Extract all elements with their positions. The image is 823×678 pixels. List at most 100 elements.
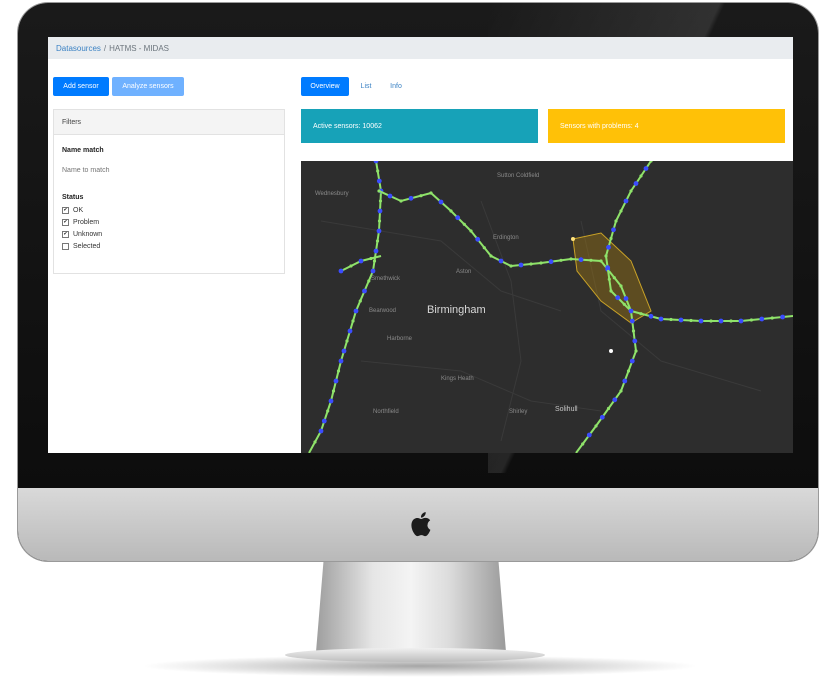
sensor-marker[interactable] [377, 219, 382, 223]
sensor-marker[interactable] [489, 254, 493, 258]
name-match-input[interactable] [62, 167, 182, 174]
sensor-marker[interactable] [633, 181, 639, 186]
sensor-marker[interactable] [462, 222, 466, 226]
sensor-marker[interactable] [738, 318, 744, 324]
sensor-marker[interactable] [612, 276, 616, 280]
add-sensor-button[interactable]: Add sensor [53, 77, 109, 96]
sensor-marker[interactable] [678, 317, 684, 323]
sensor-marker[interactable] [328, 398, 334, 404]
sensor-marker[interactable] [408, 195, 414, 201]
sensor-marker[interactable] [569, 257, 573, 261]
sensor-marker[interactable] [648, 313, 654, 319]
sensor-marker[interactable] [611, 227, 616, 233]
sensor-marker[interactable] [341, 348, 347, 354]
sensor-marker[interactable] [623, 296, 629, 301]
sensor-marker[interactable] [729, 319, 733, 323]
status-checkbox-selected[interactable]: Selected [62, 243, 100, 250]
sensor-marker[interactable] [438, 199, 444, 205]
status-checkbox-unknown[interactable]: ✔ Unknown [62, 231, 102, 238]
sensor-marker[interactable] [326, 409, 330, 413]
sensor-marker[interactable] [559, 258, 563, 262]
sensor-marker[interactable] [622, 378, 628, 384]
status-checkbox-ok[interactable]: ✔ OK [62, 207, 83, 214]
sensor-marker[interactable] [749, 318, 753, 322]
sensor-marker[interactable] [612, 397, 618, 403]
sensor-marker[interactable] [586, 432, 592, 438]
sensor-marker[interactable] [518, 262, 524, 268]
sensor-marker[interactable] [634, 349, 638, 353]
sensor-marker[interactable] [629, 189, 633, 193]
sensor-marker[interactable] [529, 262, 533, 266]
sensor-marker[interactable] [358, 258, 364, 264]
sensor-marker[interactable] [333, 378, 339, 384]
sensor-marker[interactable] [353, 308, 359, 314]
sensor-marker[interactable] [606, 406, 611, 411]
breadcrumb-link-datasources[interactable]: Datasources [56, 44, 101, 53]
sensor-marker[interactable] [599, 259, 603, 263]
sensor-marker[interactable] [539, 261, 543, 265]
sensor-marker[interactable] [498, 258, 504, 264]
sensor-marker[interactable] [548, 259, 554, 265]
problem-region-polygon[interactable] [572, 232, 652, 324]
sensor-marker[interactable] [469, 229, 473, 233]
sensor-marker[interactable] [614, 219, 618, 223]
sensor-marker[interactable] [321, 418, 327, 424]
sensor-map[interactable]: Sutton Coldfield Wednesbury Erdington As… [301, 161, 793, 453]
sensor-marker[interactable] [313, 440, 317, 444]
sensor-marker[interactable] [629, 318, 635, 324]
sensor-marker[interactable] [419, 194, 423, 198]
sensor-marker[interactable] [632, 338, 638, 344]
sensor-marker[interactable] [377, 189, 381, 193]
sensor-marker[interactable] [455, 215, 461, 221]
sensor-marker[interactable] [770, 316, 774, 320]
sensor-marker[interactable] [658, 316, 664, 322]
sensor-marker[interactable] [318, 428, 324, 434]
sensor-marker[interactable] [475, 236, 481, 242]
sensor-marker[interactable] [619, 389, 623, 393]
analyze-sensors-button[interactable]: Analyze sensors [112, 77, 184, 96]
sensor-marker[interactable] [718, 318, 724, 324]
sensor-marker[interactable] [369, 256, 373, 261]
sensor-marker[interactable] [581, 442, 585, 446]
sensor-marker[interactable] [689, 318, 693, 323]
sensor-marker[interactable] [609, 236, 613, 241]
sensor-marker[interactable] [622, 302, 626, 306]
sensor-marker[interactable] [338, 268, 344, 274]
sensor-marker[interactable] [619, 284, 623, 288]
sensor-marker[interactable] [373, 161, 379, 164]
sensor-marker[interactable] [619, 209, 623, 213]
tab-list[interactable]: List [355, 77, 377, 96]
sensor-marker[interactable] [375, 239, 380, 243]
sensor-marker[interactable] [639, 312, 643, 316]
sensor-marker[interactable] [358, 299, 362, 303]
sensor-marker[interactable] [698, 318, 704, 324]
sensor-marker[interactable] [347, 328, 353, 334]
sensor-marker[interactable] [376, 169, 380, 173]
problem-sensors-card[interactable]: Sensors with problems: 4 [548, 109, 785, 143]
sensor-marker[interactable] [604, 254, 608, 258]
sensor-marker[interactable] [482, 246, 486, 250]
sensor-marker[interactable] [709, 319, 713, 323]
sensor-marker[interactable] [599, 414, 605, 420]
sensor-marker[interactable] [372, 259, 377, 263]
sensor-marker[interactable] [578, 257, 584, 263]
sensor-marker[interactable] [623, 198, 629, 204]
sensor-marker[interactable] [628, 308, 634, 314]
sensor-marker[interactable] [377, 208, 383, 214]
sensor-marker[interactable] [429, 191, 433, 195]
sensor-marker[interactable] [376, 228, 382, 234]
sensor-marker[interactable] [349, 264, 353, 268]
sensor-marker[interactable] [589, 258, 593, 262]
sensor-marker[interactable] [336, 369, 341, 373]
sensor-marker[interactable] [338, 358, 344, 364]
sensor-marker[interactable] [399, 199, 403, 203]
sensor-marker[interactable] [594, 424, 598, 428]
sensor-marker[interactable] [362, 288, 367, 294]
tab-overview[interactable]: Overview [301, 77, 349, 96]
sensor-marker[interactable] [331, 389, 336, 393]
sensor-marker[interactable] [639, 174, 643, 178]
sensor-marker[interactable] [669, 317, 673, 322]
sensor-marker[interactable] [387, 193, 393, 199]
sensor-marker[interactable] [376, 178, 382, 184]
sensor-marker[interactable] [509, 264, 513, 268]
